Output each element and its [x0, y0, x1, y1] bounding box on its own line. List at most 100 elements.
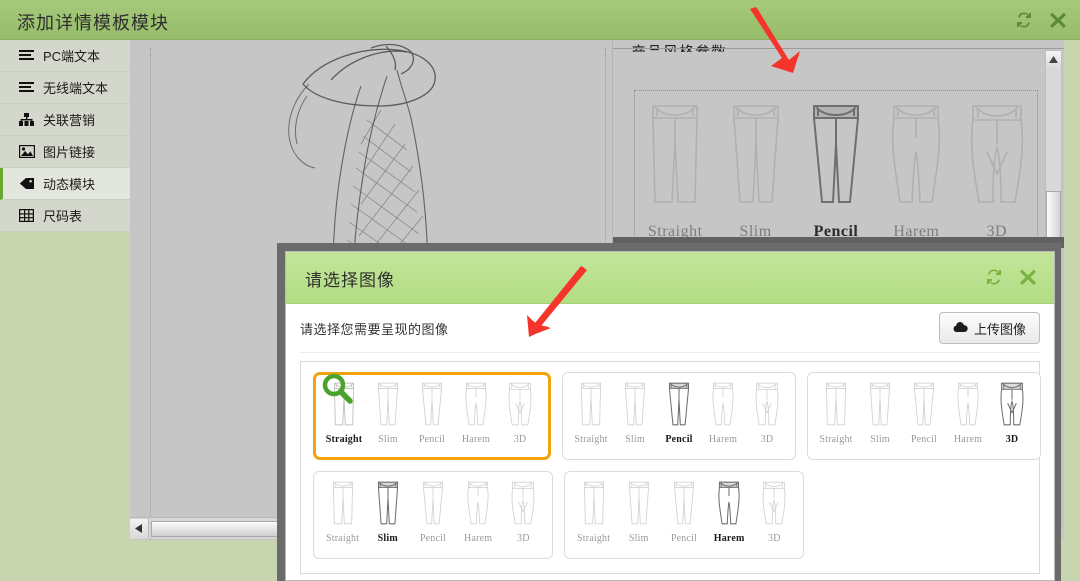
upload-image-button[interactable]: 上传图像 [938, 312, 1040, 344]
sidebar-item-wireless-text[interactable]: 无线端文本 [0, 72, 130, 104]
pants-straight-icon [583, 481, 604, 525]
card-item-straight[interactable]: Straight [322, 373, 366, 445]
card-item-3d[interactable]: 3D [752, 477, 796, 544]
card-item-pencil[interactable]: Pencil [662, 477, 706, 544]
refresh-icon[interactable] [1012, 8, 1036, 32]
card-item-label: Pencil [418, 434, 446, 445]
card-item-straight[interactable]: Straight [321, 477, 365, 544]
close-icon[interactable] [1046, 8, 1070, 32]
pants-pencil-icon [674, 481, 694, 525]
gallery-row: Straight Slim Pencil Harem 3D Straight S… [313, 372, 1041, 460]
card-item-straight[interactable]: Straight [572, 477, 616, 544]
close-icon[interactable] [1016, 265, 1040, 289]
tag-icon [18, 176, 35, 191]
card-item-label: 3D [768, 533, 781, 544]
card-item-slim[interactable]: Slim [617, 477, 661, 544]
card-item-label: Pencil [665, 434, 693, 445]
scroll-up-arrow-icon[interactable] [1046, 51, 1061, 67]
card-item-straight[interactable]: Straight [814, 378, 858, 445]
card-item-pencil[interactable]: Pencil [411, 477, 455, 544]
sidebar-item-label: PC端文本 [43, 49, 101, 64]
sidebar-item-size-chart[interactable]: 尺码表 [0, 200, 130, 232]
pants-pencil-icon [422, 382, 442, 426]
card-item-pencil[interactable]: Pencil [410, 378, 454, 445]
pants-straight-icon [334, 382, 354, 426]
card-item-harem[interactable]: Harem [701, 378, 745, 445]
gallery-card-2[interactable]: Straight Slim Pencil Harem 3D [562, 372, 796, 460]
card-item-harem[interactable]: Harem [946, 378, 990, 445]
card-item-label: 3D [513, 434, 527, 445]
gallery-card-4[interactable]: Straight Slim Pencil Harem 3D [313, 471, 553, 559]
scroll-left-arrow-icon[interactable] [130, 518, 149, 539]
strip-item-slim[interactable]: Slim [718, 94, 794, 241]
pants-slim-icon [377, 481, 398, 525]
pants-pencil-icon [668, 382, 690, 426]
card-item-label: 3D [517, 533, 530, 544]
card-item-slim[interactable]: Slim [366, 378, 410, 445]
sidebar-item-label: 无线端文本 [43, 81, 109, 96]
card-item-list: Straight Slim Pencil Harem 3D [314, 481, 552, 544]
strip-item-harem[interactable]: Harem [878, 94, 954, 241]
card-item-harem[interactable]: Harem [456, 477, 500, 544]
pants-harem-icon [718, 481, 740, 525]
card-item-pencil[interactable]: Pencil [902, 378, 946, 445]
lines-icon [18, 48, 35, 63]
pants-harem-icon [957, 382, 979, 426]
modal-title: 请选择图像 [305, 271, 395, 290]
pants-slim-icon [870, 382, 890, 426]
gallery-card-5[interactable]: Straight Slim Pencil Harem 3D [564, 471, 804, 559]
card-item-label: Slim [628, 533, 649, 544]
card-item-3d[interactable]: 3D [745, 378, 789, 445]
window-controls [1012, 8, 1070, 32]
page-title: 添加详情模板模块 [17, 13, 169, 33]
card-item-label: Pencil [910, 434, 938, 445]
sidebar-item-pc-text[interactable]: PC端文本 [0, 40, 130, 72]
refresh-icon[interactable] [982, 265, 1006, 289]
strip-item-3d[interactable]: 3D [959, 94, 1035, 241]
pants-straight-icon [826, 382, 846, 426]
card-item-harem[interactable]: Harem [454, 378, 498, 445]
sidebar-item-label: 尺码表 [43, 209, 83, 224]
image-gallery: Straight Slim Pencil Harem 3D Straight S… [300, 361, 1041, 574]
pants-pencil-icon [914, 382, 934, 426]
select-image-modal: 请选择图像 请选择您需要呈现的图像 上传图像 Straight Slim Pen… [285, 251, 1055, 581]
gallery-card-1[interactable]: Straight Slim Pencil Harem 3D [313, 372, 551, 460]
card-item-pencil[interactable]: Pencil [657, 378, 701, 445]
pants-3d-icon [755, 382, 779, 426]
card-item-label: Straight [819, 434, 853, 445]
pants-straight-icon [652, 105, 698, 203]
card-item-straight[interactable]: Straight [569, 378, 613, 445]
card-item-slim[interactable]: Slim [858, 378, 902, 445]
strip-item-pencil[interactable]: Pencil [798, 94, 874, 241]
card-item-3d[interactable]: 3D [501, 477, 545, 544]
card-item-label: 3D [1005, 434, 1019, 445]
image-icon [18, 144, 35, 159]
gallery-card-3[interactable]: Straight Slim Pencil Harem 3D [807, 372, 1041, 460]
sidebar-item-dynamic-module[interactable]: 动态模块 [0, 168, 130, 200]
pants-straight-icon [581, 382, 601, 426]
card-item-harem[interactable]: Harem [707, 477, 751, 544]
card-item-list: Straight Slim Pencil Harem 3D [563, 382, 795, 445]
sidebar-item-label: 关联营销 [43, 113, 96, 128]
card-item-list: Straight Slim Pencil Harem 3D [565, 481, 803, 544]
sidebar-item-related-marketing[interactable]: 关联营销 [0, 104, 130, 136]
pants-straight-icon [332, 481, 353, 525]
card-item-3d[interactable]: 3D [498, 378, 542, 445]
card-item-label: Harem [464, 533, 493, 544]
pants-harem-icon [892, 105, 941, 203]
card-item-label: Pencil [419, 533, 447, 544]
lines-icon [18, 80, 35, 95]
sidebar-item-label: 动态模块 [43, 177, 96, 192]
cloud-upload-icon [953, 321, 968, 336]
strip-item-straight[interactable]: Straight [637, 94, 713, 241]
card-item-slim[interactable]: Slim [613, 378, 657, 445]
pants-3d-icon [508, 382, 532, 426]
pants-3d-icon [1000, 382, 1024, 426]
gallery-row: Straight Slim Pencil Harem 3D Straight S… [313, 471, 1027, 559]
card-item-label: Harem [708, 434, 738, 445]
card-item-label: Slim [378, 434, 398, 445]
sidebar-item-image-link[interactable]: 图片链接 [0, 136, 130, 168]
pants-slim-icon [625, 382, 645, 426]
card-item-slim[interactable]: Slim [366, 477, 410, 544]
card-item-3d[interactable]: 3D [990, 378, 1034, 445]
